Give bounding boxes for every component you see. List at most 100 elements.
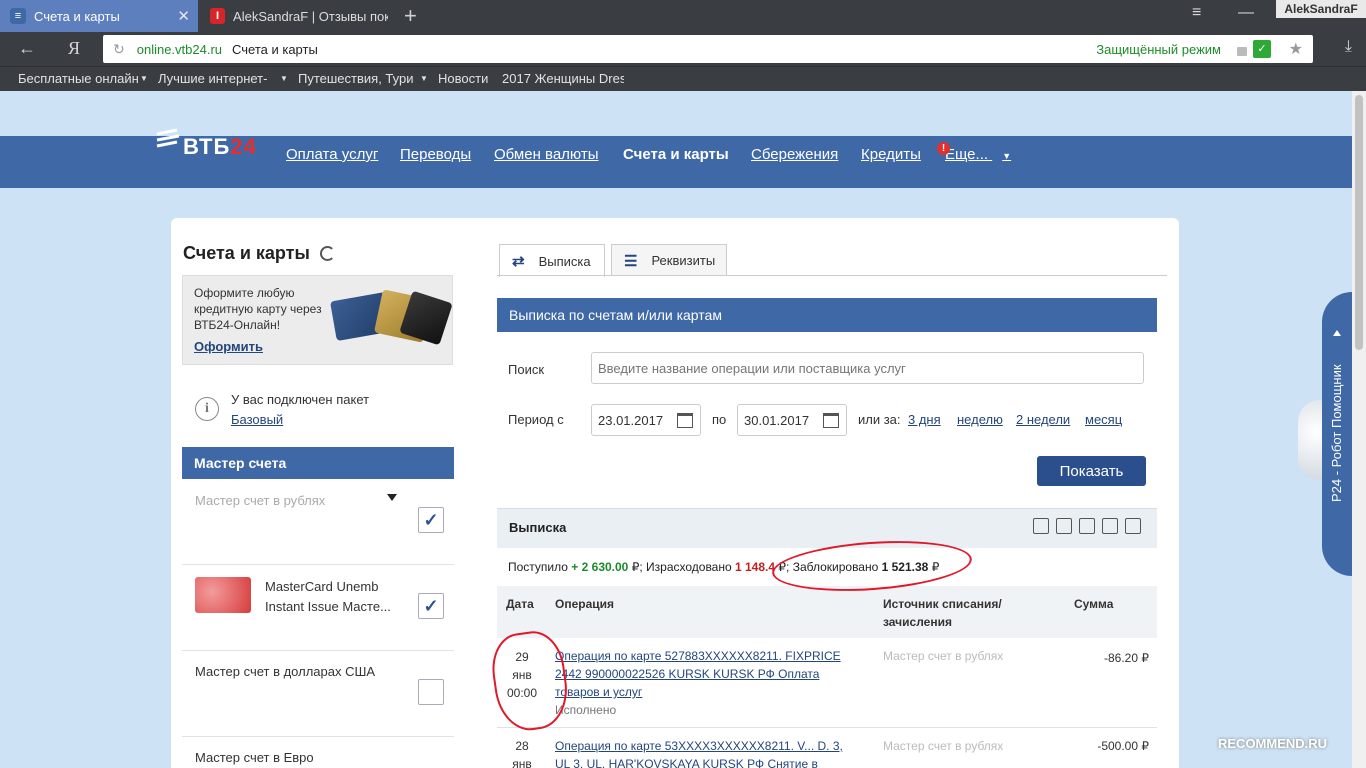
robot-assistant-panel[interactable]: Р24 - Робот Помощник xyxy=(1322,292,1352,576)
operation-link[interactable]: Операция по карте 53XXXX3XXXXXX8211. V..… xyxy=(555,737,855,768)
shield-icon[interactable]: ✓ xyxy=(1253,40,1271,58)
secure-mode-label: Защищённый режим xyxy=(1096,41,1221,57)
swap-arrows-icon: ⇄ xyxy=(512,253,525,270)
credit-card-promo[interactable]: Оформите любую кредитную карту через ВТБ… xyxy=(182,275,453,365)
url-field[interactable]: ↻ online.vtb24.ru Счета и карты Защищённ… xyxy=(103,35,1313,63)
browser-tabbar: ≡ Счета и карты ✕ I AlekSandraF | Отзывы… xyxy=(0,0,1366,32)
download-icon[interactable]: ⤓ xyxy=(1345,38,1352,56)
operation-amount: -500.00 ₽ xyxy=(1097,739,1149,753)
nav-accounts-cards[interactable]: Счета и карты xyxy=(623,146,729,163)
nav-transfers[interactable]: Переводы xyxy=(400,146,471,163)
tab-requisites[interactable]: ☰ Реквизиты xyxy=(611,244,727,276)
account-item[interactable]: Мастер счет в рублях ✓ xyxy=(182,479,454,565)
bookmark-item[interactable]: Путешествия, Тури ▼ xyxy=(298,71,426,86)
menu-icon[interactable]: ≡ xyxy=(1192,4,1201,22)
spent-amount: 1 148.4 xyxy=(735,560,776,574)
promo-apply-link[interactable]: Оформить xyxy=(194,339,263,354)
table-row[interactable]: 29 янв 00:00 Операция по карте 527883XXX… xyxy=(497,638,1157,728)
calendar-icon[interactable] xyxy=(823,413,839,428)
bookmark-item[interactable]: Бесплатные онлайн ▼ xyxy=(18,71,146,86)
account-checkbox[interactable]: ✓ xyxy=(418,507,444,533)
vtb-favicon-icon: ≡ xyxy=(10,8,26,24)
tab-reviews[interactable]: I AlekSandraF | Отзывы покуп xyxy=(200,0,398,32)
col-amount: Сумма xyxy=(1074,597,1114,611)
date-from-field[interactable]: 23.01.2017 xyxy=(591,404,701,436)
calendar-icon[interactable] xyxy=(677,413,693,428)
csv-export-icon[interactable] xyxy=(1033,518,1049,534)
tab-statement-label: Выписка xyxy=(538,253,591,269)
tab-statement[interactable]: ⇄ Выписка xyxy=(499,244,605,277)
account-checkbox[interactable] xyxy=(418,679,444,705)
period-label: Период с xyxy=(508,412,564,427)
reload-icon[interactable]: ↻ xyxy=(113,41,125,58)
excel-export-icon[interactable] xyxy=(1079,518,1095,534)
tab-requisites-label: Реквизиты xyxy=(651,253,716,268)
quick-month[interactable]: месяц xyxy=(1085,412,1122,427)
pdf-export-icon[interactable] xyxy=(1056,518,1072,534)
address-bar: ← Я ↻ online.vtb24.ru Счета и карты Защи… xyxy=(0,32,1366,66)
account-item[interactable]: Мастер счет в долларах США xyxy=(182,651,454,737)
account-checkbox[interactable]: ✓ xyxy=(418,593,444,619)
bookmark-item[interactable]: 2017 Женщины Dres xyxy=(502,71,624,86)
package-link[interactable]: Базовый xyxy=(231,412,283,427)
tab-label: AlekSandraF | Отзывы покуп xyxy=(233,8,388,24)
nav-currency-exchange[interactable]: Обмен валюты xyxy=(494,146,599,163)
page-title: Счета и карты xyxy=(183,243,310,263)
close-tab-icon[interactable]: ✕ xyxy=(177,7,190,25)
page-scrollbar[interactable] xyxy=(1352,91,1366,768)
email-icon[interactable] xyxy=(1125,518,1141,534)
nav-savings[interactable]: Сбережения xyxy=(751,146,838,163)
minimize-icon[interactable]: — xyxy=(1238,4,1254,22)
export-toolbar xyxy=(1033,518,1141,534)
bookmark-item[interactable]: Новости xyxy=(438,71,488,86)
search-label: Поиск xyxy=(508,362,545,377)
search-input[interactable] xyxy=(591,352,1144,384)
yandex-icon[interactable]: Я xyxy=(68,38,80,59)
list-icon: ☰ xyxy=(624,252,638,270)
date-to-value: 30.01.2017 xyxy=(744,413,810,428)
chevron-down-icon: ▼ xyxy=(140,74,146,83)
logo-mark-icon xyxy=(156,128,180,148)
bookmark-star-icon[interactable]: ★ xyxy=(1289,39,1303,59)
nav-payments[interactable]: Оплата услуг xyxy=(286,146,378,163)
tab-accounts-cards[interactable]: ≡ Счета и карты ✕ xyxy=(0,0,198,32)
back-icon[interactable]: ← xyxy=(18,38,36,59)
col-source: Источник списания/ зачисления xyxy=(883,597,1002,629)
tab-divider xyxy=(497,275,1167,276)
new-tab-icon[interactable]: + xyxy=(404,3,417,29)
col-operation: Операция xyxy=(555,597,615,611)
chevron-down-icon: ▼ xyxy=(1002,151,1012,161)
bookmark-item[interactable]: Лучшие интернет- ▼ xyxy=(158,71,286,86)
url-page-title: Счета и карты xyxy=(232,41,318,57)
assistant-label: Р24 - Робот Помощник xyxy=(1329,364,1344,502)
quick-3-days[interactable]: 3 дня xyxy=(908,412,941,427)
quick-week[interactable]: неделю xyxy=(957,412,1003,427)
info-icon: i xyxy=(195,397,219,421)
show-button[interactable]: Показать xyxy=(1037,456,1146,486)
table-header: Дата Операция Источник списания/ зачисле… xyxy=(497,586,1157,638)
nav-more[interactable]: ! Еще... ▼ xyxy=(937,142,1012,163)
col-date: Дата xyxy=(506,597,534,611)
account-name: Мастер счет в Евро xyxy=(195,750,314,765)
income-amount: + 2 630.00 xyxy=(571,560,629,574)
chevron-down-icon[interactable] xyxy=(387,494,397,501)
operation-source: Мастер счет в рублях xyxy=(883,649,1004,663)
quick-2-weeks[interactable]: 2 недели xyxy=(1016,412,1070,427)
nav-credits[interactable]: Кредиты xyxy=(861,146,921,163)
bookmarks-bar: Бесплатные онлайн ▼ Лучшие интернет- ▼ Пут… xyxy=(0,66,1366,91)
card-thumbnail xyxy=(195,577,251,613)
date-to-field[interactable]: 30.01.2017 xyxy=(737,404,847,436)
account-name: Мастер счет в рублях xyxy=(195,493,326,508)
print-icon[interactable] xyxy=(1102,518,1118,534)
scrollbar-thumb[interactable] xyxy=(1355,95,1363,350)
operation-link[interactable]: Операция по карте 527883XXXXXX8211. FIXP… xyxy=(555,647,855,701)
vtb24-logo[interactable]: ВТБ24 xyxy=(155,128,265,164)
account-item[interactable]: MasterCard Unemb Instant Issue Масте... … xyxy=(182,565,454,651)
or-label: или за: xyxy=(858,412,901,427)
table-row[interactable]: 28 янв Операция по карте 53XXXX3XXXXXX82… xyxy=(497,728,1157,768)
refresh-icon[interactable] xyxy=(320,246,335,261)
tab-label: Счета и карты xyxy=(34,8,120,24)
account-name-line2: Instant Issue Масте... xyxy=(265,599,391,614)
promo-text: Оформите любую кредитную карту через ВТБ… xyxy=(194,286,322,332)
account-item[interactable]: Мастер счет в Евро xyxy=(182,737,454,768)
